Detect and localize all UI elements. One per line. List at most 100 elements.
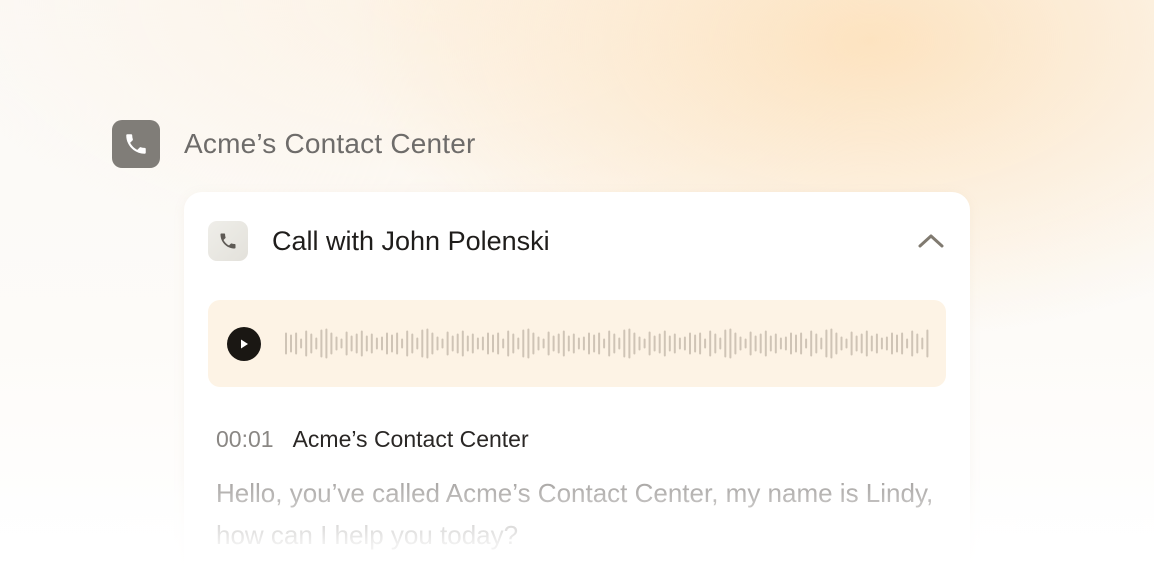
waveform-bar (335, 336, 338, 351)
waveform-bar (896, 334, 898, 353)
waveform-bar (572, 333, 575, 354)
waveform-bar (800, 332, 803, 355)
waveform-bar (805, 338, 808, 349)
waveform-bar (678, 337, 681, 350)
waveform-bar (593, 334, 596, 353)
waveform-bar (396, 332, 399, 355)
waveform-bar (582, 336, 585, 351)
waveform-bar (860, 333, 863, 354)
waveform-bar (532, 332, 535, 355)
waveform-bar (375, 337, 378, 350)
waveform-bar (386, 332, 388, 355)
waveform-bar (391, 334, 393, 353)
waveform-bar (507, 330, 510, 357)
contact-center-header: Acme’s Contact Center (112, 120, 476, 168)
waveform-bar (840, 336, 843, 351)
waveform-bar (613, 333, 616, 354)
waveform-bar (285, 332, 287, 355)
waveform-bar (663, 330, 666, 357)
waveform-bar (547, 331, 550, 356)
waveform-bar (901, 332, 904, 355)
waveform-bar (769, 335, 772, 352)
waveform-bar (653, 335, 656, 352)
waveform-bar (345, 331, 348, 356)
waveform-bar (471, 333, 474, 354)
waveform-bar (724, 329, 727, 358)
call-card-header[interactable]: Call with John Polenski (208, 221, 946, 261)
waveform-bar (911, 330, 914, 357)
waveform-bar (618, 337, 621, 350)
audio-player (208, 300, 946, 387)
waveform-bar (466, 335, 469, 352)
waveform-bar (598, 332, 601, 355)
waveform-bar (330, 332, 333, 355)
waveform-bar (481, 336, 484, 351)
waveform-bar (734, 332, 737, 355)
waveform-bar (320, 329, 323, 358)
waveform-bar (426, 328, 429, 359)
waveform-bar (658, 333, 661, 354)
waveform-bar (537, 336, 540, 351)
waveform-bar (562, 330, 565, 357)
waveform-bar (850, 331, 853, 356)
waveform-bar (870, 335, 873, 352)
waveform-bar (431, 332, 434, 355)
play-button[interactable] (227, 327, 261, 361)
waveform-bar (441, 338, 444, 349)
timestamp: 00:01 (216, 426, 274, 452)
waveform-bar (527, 328, 530, 359)
waveform-bar (885, 336, 888, 351)
waveform-bar (739, 336, 742, 351)
waveform-bar (416, 337, 419, 350)
waveform-bar (673, 333, 676, 354)
waveform-bar (552, 335, 555, 352)
waveform-bar (421, 329, 424, 358)
waveform-bar (290, 334, 292, 353)
waveform-bar (694, 334, 697, 353)
waveform-bar (820, 337, 823, 350)
waveform-bar (487, 332, 489, 355)
waveform-bar (502, 338, 505, 349)
waveform-bar (315, 337, 318, 350)
waveform-bar (744, 338, 747, 349)
waveform-bar (355, 333, 358, 354)
waveform-bar (795, 334, 797, 353)
waveform-bar (633, 332, 636, 355)
chevron-up-icon[interactable] (916, 226, 946, 256)
waveform-bar (699, 332, 702, 355)
waveform-bar (340, 338, 343, 349)
waveform-bar (295, 332, 298, 355)
waveform-bar (456, 333, 459, 354)
waveform-bar (835, 332, 838, 355)
waveform-bar (603, 338, 606, 349)
phone-icon (208, 221, 248, 261)
waveform-bar (406, 330, 409, 357)
waveform-bar (855, 335, 858, 352)
waveform-bar (865, 330, 868, 357)
waveform-bar (643, 338, 646, 349)
waveform-bar (774, 333, 777, 354)
waveform-bar (512, 333, 515, 354)
waveform-bar (709, 330, 712, 357)
waveform-bar (729, 328, 732, 359)
waveform-bar (381, 336, 383, 351)
phone-icon (112, 120, 160, 168)
waveform-bar (891, 332, 893, 355)
waveform-bar (714, 333, 717, 354)
waveform-bar (926, 329, 929, 358)
contact-center-title: Acme’s Contact Center (184, 128, 476, 159)
waveform-bar (628, 328, 631, 359)
audio-waveform[interactable] (284, 300, 932, 387)
waveform-bar (370, 333, 373, 354)
waveform-bar (401, 338, 404, 349)
waveform-bar (436, 336, 439, 351)
waveform-bar (360, 330, 363, 357)
transcript-line-meta: 00:01 Acme’s Contact Center (216, 426, 946, 456)
waveform-bar (557, 333, 560, 354)
waveform-bar (810, 330, 813, 357)
waveform-bar (461, 330, 464, 357)
waveform-bar (875, 333, 878, 354)
waveform-bar (325, 328, 328, 359)
waveform-bar (497, 332, 500, 355)
waveform-bar (451, 335, 454, 352)
